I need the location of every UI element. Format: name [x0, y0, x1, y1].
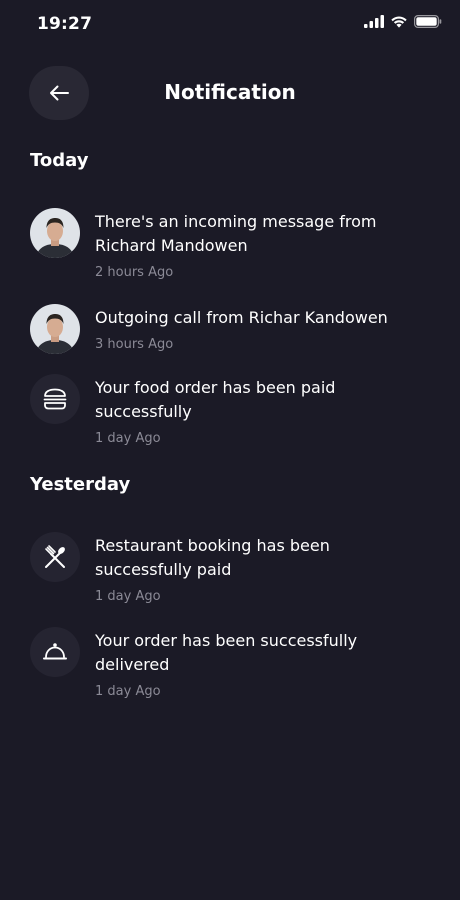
notification-time: 3 hours Ago — [95, 337, 174, 352]
utensils-icon — [30, 532, 80, 582]
notification-item[interactable]: Your food order has been paid successful… — [30, 374, 440, 446]
avatar — [30, 208, 80, 258]
notification-message: Restaurant booking has been successfully… — [95, 536, 330, 579]
notification-item[interactable]: There's an incoming message from Richard… — [30, 208, 440, 280]
notification-item[interactable]: Restaurant booking has been successfully… — [30, 532, 440, 604]
notification-item[interactable]: Outgoing call from Richar Kandowen 3 hou… — [30, 304, 440, 354]
notification-message: Your food order has been paid successful… — [95, 378, 336, 421]
avatar — [30, 304, 80, 354]
status-icons — [364, 15, 442, 28]
section-title-today: Today — [30, 150, 89, 171]
section-title-yesterday: Yesterday — [30, 474, 131, 495]
status-time: 19:27 — [37, 14, 93, 34]
page-title: Notification — [164, 80, 296, 104]
burger-icon — [30, 374, 80, 424]
notification-time: 1 day Ago — [95, 589, 161, 604]
cellular-signal-icon — [364, 15, 384, 28]
cloche-icon — [30, 627, 80, 677]
notification-time: 1 day Ago — [95, 684, 161, 699]
notification-message: There's an incoming message from Richard… — [95, 212, 377, 255]
status-bar: 19:27 — [0, 0, 460, 50]
notification-item[interactable]: Your order has been successfully deliver… — [30, 627, 440, 699]
wifi-icon — [391, 16, 407, 28]
battery-icon — [414, 15, 442, 28]
notification-time: 1 day Ago — [95, 431, 161, 446]
notification-message: Outgoing call from Richar Kandowen — [95, 308, 388, 327]
notification-time: 2 hours Ago — [95, 265, 174, 280]
notification-message: Your order has been successfully deliver… — [95, 631, 358, 674]
